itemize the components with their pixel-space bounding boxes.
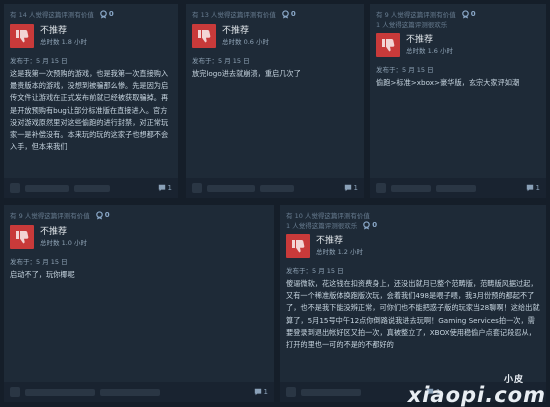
watermark-big: xiaopi.com — [407, 383, 546, 407]
helpful-count: 有 9 人觉得这篇评测有价值 0 — [10, 210, 268, 220]
redacted-stat — [100, 388, 160, 396]
thumbs-down-icon — [10, 24, 34, 48]
review-text: 放完logo进去就崩溃，重启几次了 — [192, 69, 301, 78]
thumbs-down-icon — [10, 225, 34, 249]
review-text: 偷跑>标准>xbox>豪华版，玄宗大家评如潮 — [376, 78, 520, 87]
review-card-2: 有 13 人觉得这篇评测有价值 0 不推荐 总时数 0.6 小时 发布于：5 月… — [186, 4, 364, 198]
review-verdict[interactable]: 不推荐 总时数 1.8 小时 — [10, 24, 172, 48]
review-card-4: 有 9 人觉得这篇评测有价值 0 不推荐 总时数 1.0 小时 发布于：5 月 … — [4, 205, 274, 402]
helpful-text: 有 9 人觉得这篇评测有价值 — [10, 212, 90, 220]
award-count: 0 — [372, 221, 378, 229]
redacted-avatar — [376, 183, 386, 193]
review-text: 启动不了，玩你椰呢 — [10, 270, 75, 279]
award-icon — [363, 220, 370, 230]
redacted-username — [207, 184, 255, 192]
review-card-1: 有 14 人觉得这篇评测有价值 0 不推荐 总时数 1.8 小时 发布于：5 月… — [4, 4, 178, 198]
thumbs-down-icon — [376, 33, 400, 57]
comment-icon — [344, 184, 351, 192]
funny-count: 1 人觉得这篇评测很欢乐 — [376, 21, 448, 29]
verdict-label: 不推荐 — [222, 26, 250, 36]
posted-date: 发布于：5 月 15 日 — [376, 66, 434, 74]
verdict-label: 不推荐 — [406, 35, 434, 45]
review-footer: 1 — [4, 178, 178, 198]
helpful-text: 有 14 人觉得这篇评测有价值 — [10, 11, 94, 19]
redacted-username — [391, 184, 431, 192]
redacted-stat — [74, 184, 110, 192]
comment-icon — [158, 184, 165, 192]
funny-count: 1 人觉得这篇评测很欢乐 0 — [286, 220, 540, 230]
comment-count[interactable]: 1 — [254, 388, 268, 396]
review-footer: 1 — [186, 178, 364, 198]
helpful-count: 有 14 人觉得这篇评测有价值 0 — [10, 9, 172, 19]
text-fade — [4, 156, 178, 178]
award-button[interactable]: 0 — [99, 9, 114, 19]
helpful-text: 有 13 人觉得这篇评测有价值 — [192, 11, 276, 19]
award-icon — [100, 9, 107, 19]
posted-date: 发布于：5 月 15 日 — [286, 267, 344, 275]
comment-count-text: 1 — [167, 184, 172, 192]
playtime: 总时数 1.0 小时 — [40, 239, 87, 247]
redacted-username — [25, 388, 95, 396]
award-count: 0 — [104, 211, 110, 219]
redacted-stat — [260, 184, 294, 192]
comment-count[interactable]: 1 — [526, 184, 540, 192]
redacted-avatar — [10, 183, 20, 193]
redacted-avatar — [10, 387, 20, 397]
redacted-username — [301, 388, 361, 396]
playtime: 总时数 1.8 小时 — [40, 38, 87, 46]
verdict-label: 不推荐 — [40, 26, 68, 36]
comment-icon — [526, 184, 533, 192]
redacted-stat — [436, 184, 476, 192]
review-verdict[interactable]: 不推荐 总时数 1.6 小时 — [376, 33, 540, 57]
comment-icon — [254, 388, 261, 396]
funny-text: 1 人觉得这篇评测很欢乐 — [286, 222, 358, 230]
verdict-label: 不推荐 — [40, 227, 68, 237]
comment-count-text: 1 — [353, 184, 358, 192]
helpful-count: 有 13 人觉得这篇评测有价值 0 — [192, 9, 358, 19]
redacted-avatar — [286, 387, 296, 397]
playtime: 总时数 0.6 小时 — [222, 38, 269, 46]
review-footer: 1 — [4, 382, 274, 402]
posted-date: 发布于：5 月 15 日 — [10, 57, 68, 65]
award-button[interactable]: 0 — [362, 220, 378, 230]
helpful-count: 有 9 人觉得这篇评测有价值 0 — [376, 9, 540, 19]
review-text: 这是我第一次预购的游戏，也是我第一次直接购入最贵版本的游戏，没想到被骗那么惨。先… — [10, 69, 169, 152]
award-count: 0 — [108, 10, 114, 18]
playtime: 总时数 1.2 小时 — [316, 248, 363, 256]
award-button[interactable]: 0 — [95, 210, 110, 220]
posted-date: 发布于：5 月 15 日 — [10, 258, 68, 266]
review-verdict[interactable]: 不推荐 总时数 1.2 小时 — [286, 234, 540, 258]
redacted-avatar — [192, 183, 202, 193]
award-icon — [461, 9, 469, 19]
comment-count[interactable]: 1 — [158, 184, 172, 192]
thumbs-down-icon — [192, 24, 216, 48]
award-count: 0 — [470, 10, 476, 18]
comment-count[interactable]: 1 — [344, 184, 358, 192]
review-card-3: 有 9 人觉得这篇评测有价值 0 1 人觉得这篇评测很欢乐 不推荐 总时数 1.… — [370, 4, 546, 198]
playtime: 总时数 1.6 小时 — [406, 47, 453, 55]
comment-count-text: 1 — [535, 184, 540, 192]
award-icon — [95, 210, 103, 220]
helpful-text: 有 9 人觉得这篇评测有价值 — [376, 11, 456, 19]
comment-count-text: 1 — [263, 388, 268, 396]
redacted-username — [25, 184, 69, 192]
posted-date: 发布于：5 月 15 日 — [192, 57, 250, 65]
award-count: 0 — [290, 10, 296, 18]
award-icon — [282, 9, 289, 19]
award-button[interactable]: 0 — [461, 9, 476, 19]
watermark-logo: 小皮 xiaopi.com — [407, 372, 546, 407]
review-verdict[interactable]: 不推荐 总时数 1.0 小时 — [10, 225, 268, 249]
helpful-count: 有 10 人觉得这篇评测有价值 — [286, 210, 540, 220]
review-footer: 1 — [370, 178, 546, 198]
award-button[interactable]: 0 — [281, 9, 296, 19]
verdict-label: 不推荐 — [316, 236, 344, 246]
review-verdict[interactable]: 不推荐 总时数 0.6 小时 — [192, 24, 358, 48]
helpful-text: 有 10 人觉得这篇评测有价值 — [286, 212, 370, 220]
thumbs-down-icon — [286, 234, 310, 258]
